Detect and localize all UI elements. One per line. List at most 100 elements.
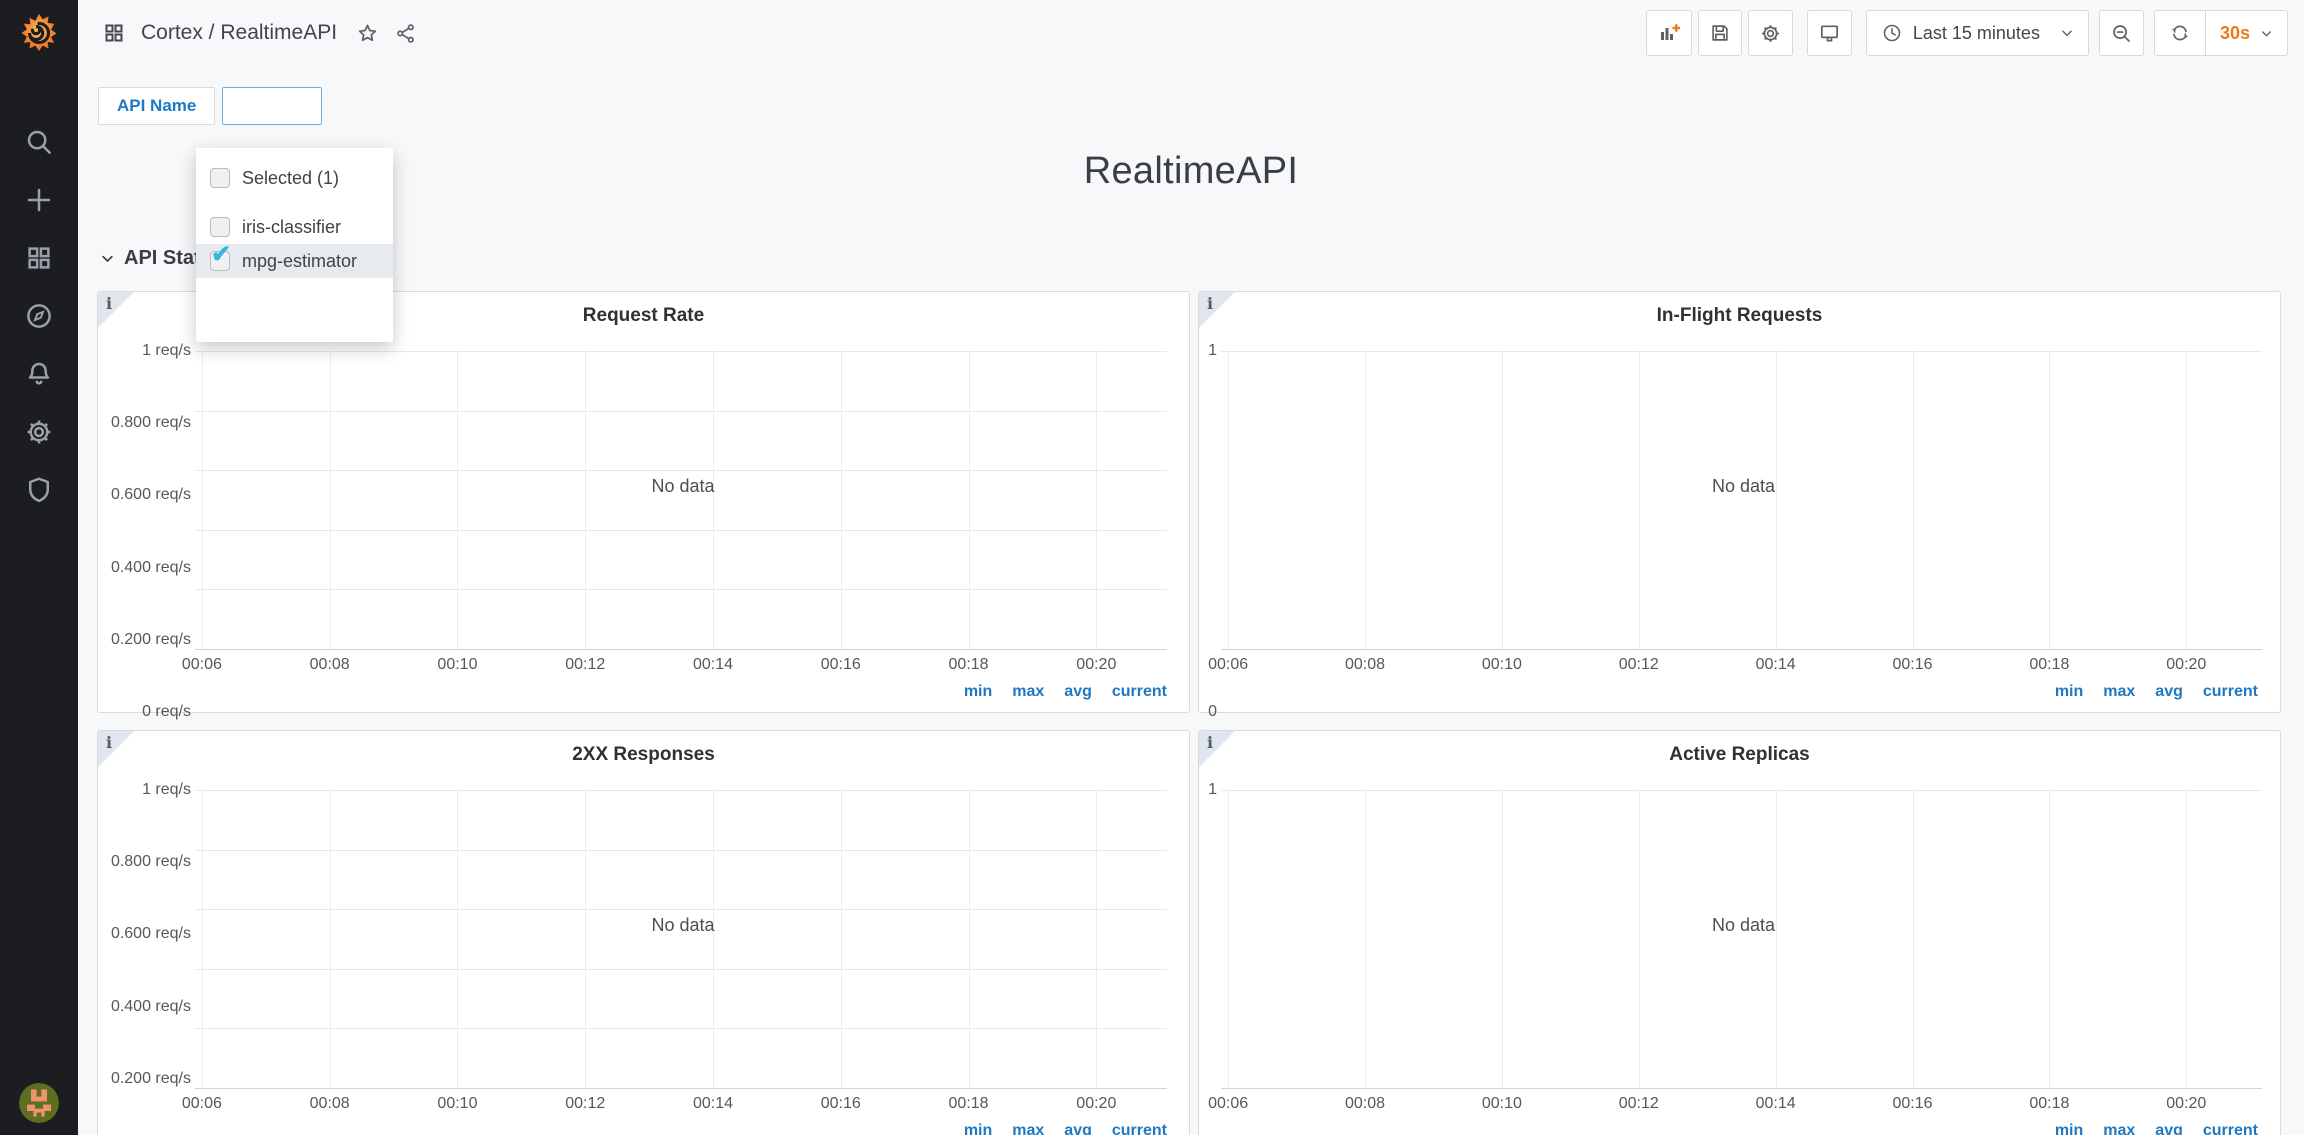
legend-max[interactable]: max: [2103, 683, 2135, 700]
checkbox-checked-icon[interactable]: ✔: [210, 251, 230, 271]
chevron-down-icon: [2260, 27, 2273, 40]
dashboards-icon[interactable]: [23, 242, 55, 274]
star-icon[interactable]: [356, 22, 379, 45]
x-tick-label: 00:12: [565, 656, 605, 674]
plot-area[interactable]: No data: [199, 351, 1167, 649]
x-tick-label: 00:20: [2166, 656, 2206, 674]
legend-min[interactable]: min: [2055, 1122, 2083, 1135]
legend-min[interactable]: min: [964, 1122, 992, 1135]
legend-current[interactable]: current: [1112, 1122, 1167, 1135]
panel-grid: i Request Rate 1 req/s0.800 req/s0.600 r…: [97, 291, 2281, 1135]
breadcrumb: Cortex / RealtimeAPI: [102, 21, 417, 45]
check-icon: ✔: [211, 243, 231, 267]
checkbox-icon[interactable]: [210, 168, 230, 188]
share-icon[interactable]: [394, 22, 417, 45]
legend-avg[interactable]: avg: [1064, 1122, 1092, 1135]
zoom-out-time-button[interactable]: [2099, 10, 2144, 56]
v-gridline: [1776, 351, 1777, 649]
v-gridline: [1228, 351, 1229, 649]
v-gridline: [1502, 790, 1503, 1088]
legend-current[interactable]: current: [2203, 1122, 2258, 1135]
v-gridline: [457, 351, 458, 649]
user-avatar[interactable]: [19, 1083, 59, 1123]
v-gridline: [2186, 351, 2187, 649]
panel-info-icon[interactable]: i: [1199, 731, 1235, 767]
configuration-gear-icon[interactable]: [23, 416, 55, 448]
chevron-down-icon: [100, 251, 115, 266]
y-tick-label: 0 req/s: [142, 703, 191, 721]
panel-in-flight-requests: i In-Flight Requests 10 No data 00:0600:…: [1198, 291, 2281, 713]
dropdown-option-mpg-estimator[interactable]: ✔mpg-estimator: [196, 244, 393, 278]
panel-active-replicas: i Active Replicas 10 No data 00:0600:080…: [1198, 730, 2281, 1135]
v-gridline: [969, 351, 970, 649]
variable-label[interactable]: API Name: [98, 87, 215, 125]
cycle-view-mode-button[interactable]: [1807, 10, 1852, 56]
dropdown-option-label: Selected (1): [242, 168, 339, 189]
x-tick-label: 00:20: [1076, 1095, 1116, 1113]
panel-info-icon[interactable]: i: [98, 731, 134, 767]
x-tick-label: 00:16: [1892, 656, 1932, 674]
legend-min[interactable]: min: [964, 683, 992, 700]
v-gridline: [2186, 790, 2187, 1088]
alerting-bell-icon[interactable]: [23, 358, 55, 390]
dropdown-option-label: iris-classifier: [242, 217, 341, 238]
server-admin-shield-icon[interactable]: [23, 474, 55, 506]
x-tick-label: 00:18: [2029, 1095, 2069, 1113]
panel-info-icon[interactable]: i: [98, 292, 134, 328]
panel-title[interactable]: In-Flight Requests: [1199, 292, 2280, 336]
legend-min[interactable]: min: [2055, 683, 2083, 700]
dropdown-option-selected-1-[interactable]: Selected (1): [196, 161, 393, 195]
dashboard-title[interactable]: Cortex / RealtimeAPI: [141, 21, 337, 45]
legend-current[interactable]: current: [2203, 683, 2258, 700]
panel-title[interactable]: 2XX Responses: [98, 731, 1189, 775]
dashboard-settings-button[interactable]: [1748, 10, 1793, 56]
add-panel-button[interactable]: [1646, 10, 1692, 56]
v-gridline: [969, 790, 970, 1088]
x-tick-label: 00:06: [1208, 656, 1248, 674]
legend-max[interactable]: max: [1012, 1122, 1044, 1135]
dropdown-option-iris-classifier[interactable]: iris-classifier: [196, 210, 393, 244]
h-gridline: [195, 589, 1167, 590]
legend-max[interactable]: max: [2103, 1122, 2135, 1135]
panel-info-icon[interactable]: i: [1199, 292, 1235, 328]
save-dashboard-button[interactable]: [1698, 10, 1742, 56]
grafana-dashboard: Cortex / RealtimeAPI: [0, 0, 2304, 1135]
time-range-label: Last 15 minutes: [1913, 23, 2040, 44]
refresh-button[interactable]: [2155, 11, 2205, 55]
plot-area[interactable]: No data: [1225, 351, 2262, 649]
checkbox-icon[interactable]: [210, 217, 230, 237]
legend-avg[interactable]: avg: [1064, 683, 1092, 700]
template-variable-control: API Name: [98, 87, 322, 125]
v-gridline: [1365, 790, 1366, 1088]
x-tick-label: 00:14: [1756, 1095, 1796, 1113]
legend: min max avg current: [98, 1122, 1189, 1135]
explore-compass-icon[interactable]: [23, 300, 55, 332]
x-tick-label: 00:10: [1482, 1095, 1522, 1113]
v-gridline: [1913, 790, 1914, 1088]
create-plus-icon[interactable]: [23, 184, 55, 216]
dashboard-toolbar: Last 15 minutes 30s: [1646, 10, 2288, 56]
x-axis: 00:0600:0800:1000:1200:1400:1600:1800:20: [199, 649, 1167, 679]
legend-avg[interactable]: avg: [2155, 1122, 2183, 1135]
no-data-label: No data: [199, 915, 1167, 936]
y-tick-label: 0: [1208, 703, 1217, 721]
v-gridline: [202, 790, 203, 1088]
legend-max[interactable]: max: [1012, 683, 1044, 700]
x-axis: 00:0600:0800:1000:1200:1400:1600:1800:20: [1225, 1088, 2262, 1118]
refresh-interval-label: 30s: [2220, 23, 2250, 44]
plot-area[interactable]: No data: [1225, 790, 2262, 1088]
search-icon[interactable]: [23, 126, 55, 158]
x-axis: 00:0600:0800:1000:1200:1400:1600:1800:20: [1225, 649, 2262, 679]
refresh-interval-picker[interactable]: 30s: [2205, 11, 2287, 55]
x-tick-label: 00:20: [1076, 656, 1116, 674]
panel-title[interactable]: Active Replicas: [1199, 731, 2280, 775]
plot-area[interactable]: No data: [199, 790, 1167, 1088]
time-picker[interactable]: Last 15 minutes: [1866, 10, 2089, 56]
h-gridline: [195, 969, 1167, 970]
variable-value-input[interactable]: [222, 87, 322, 125]
legend-avg[interactable]: avg: [2155, 683, 2183, 700]
grafana-logo[interactable]: [0, 0, 78, 66]
legend-current[interactable]: current: [1112, 683, 1167, 700]
apps-grid-icon[interactable]: [102, 21, 126, 45]
chevron-down-icon: [2060, 26, 2074, 40]
